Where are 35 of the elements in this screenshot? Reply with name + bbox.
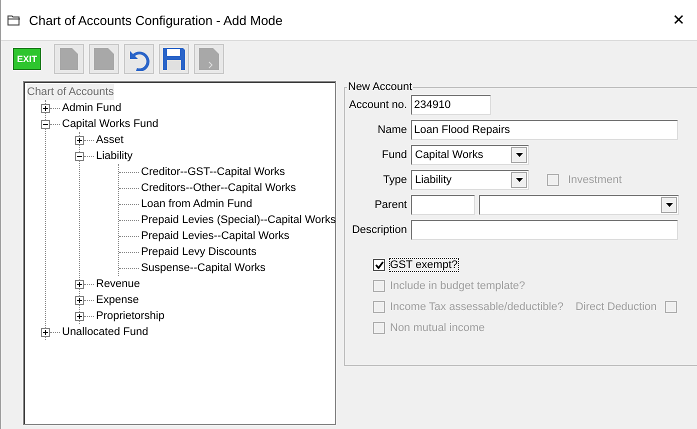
name-field[interactable]: Loan Flood Repairs bbox=[411, 120, 678, 140]
tree-item[interactable]: Expense bbox=[96, 294, 139, 306]
field-label: Name bbox=[376, 124, 407, 136]
tree-item[interactable]: Creditor--GST--Capital Works bbox=[141, 166, 286, 178]
account-number-field[interactable]: 234910 bbox=[411, 95, 491, 115]
tree-item[interactable]: Revenue bbox=[96, 278, 140, 290]
tree-item[interactable]: Unallocated Fund bbox=[62, 326, 148, 338]
checkbox-label: Income Tax assessable/deductible? bbox=[390, 301, 564, 313]
tree-item[interactable]: Capital Works Fund bbox=[62, 118, 158, 130]
tree-item[interactable]: Prepaid Levies (Special)--Capital Works bbox=[141, 214, 336, 226]
group-title: New Account bbox=[347, 81, 414, 93]
field-label: Account no. bbox=[349, 99, 407, 111]
fund-select[interactable]: Capital Works bbox=[411, 145, 529, 165]
tree-item[interactable]: Proprietorship bbox=[96, 310, 164, 322]
close-button[interactable]: ✕ bbox=[668, 11, 689, 29]
checkbox-label: GST exempt? bbox=[390, 259, 458, 271]
type-select[interactable]: Liability bbox=[411, 170, 529, 190]
field-label: Type bbox=[382, 174, 407, 186]
tree-item[interactable]: Asset bbox=[96, 134, 124, 146]
checkbox-label: Investment bbox=[568, 174, 622, 186]
tree-item[interactable]: Suspense--Capital Works bbox=[141, 262, 266, 274]
checkbox-label: Direct Deduction bbox=[575, 301, 657, 313]
tree-item[interactable]: Loan from Admin Fund bbox=[141, 198, 252, 210]
tree-item[interactable]: Prepaid Levy Discounts bbox=[141, 246, 257, 258]
checkbox-label: Non mutual income bbox=[390, 322, 485, 334]
field-label: Fund bbox=[380, 149, 407, 161]
field-label: Parent bbox=[374, 199, 407, 211]
tree-item[interactable]: Prepaid Levies--Capital Works bbox=[141, 230, 290, 242]
tree-item[interactable]: Liability bbox=[96, 150, 133, 162]
tree-item[interactable]: Admin Fund bbox=[62, 102, 122, 114]
window-title: Chart of Accounts Configuration - Add Mode bbox=[29, 12, 284, 28]
field-label: Description bbox=[350, 224, 407, 236]
checkbox-label: Include in budget template? bbox=[390, 280, 526, 292]
tree-item[interactable]: Creditors--Other--Capital Works bbox=[141, 182, 296, 194]
tree-root[interactable]: Chart of Accounts bbox=[27, 84, 114, 100]
